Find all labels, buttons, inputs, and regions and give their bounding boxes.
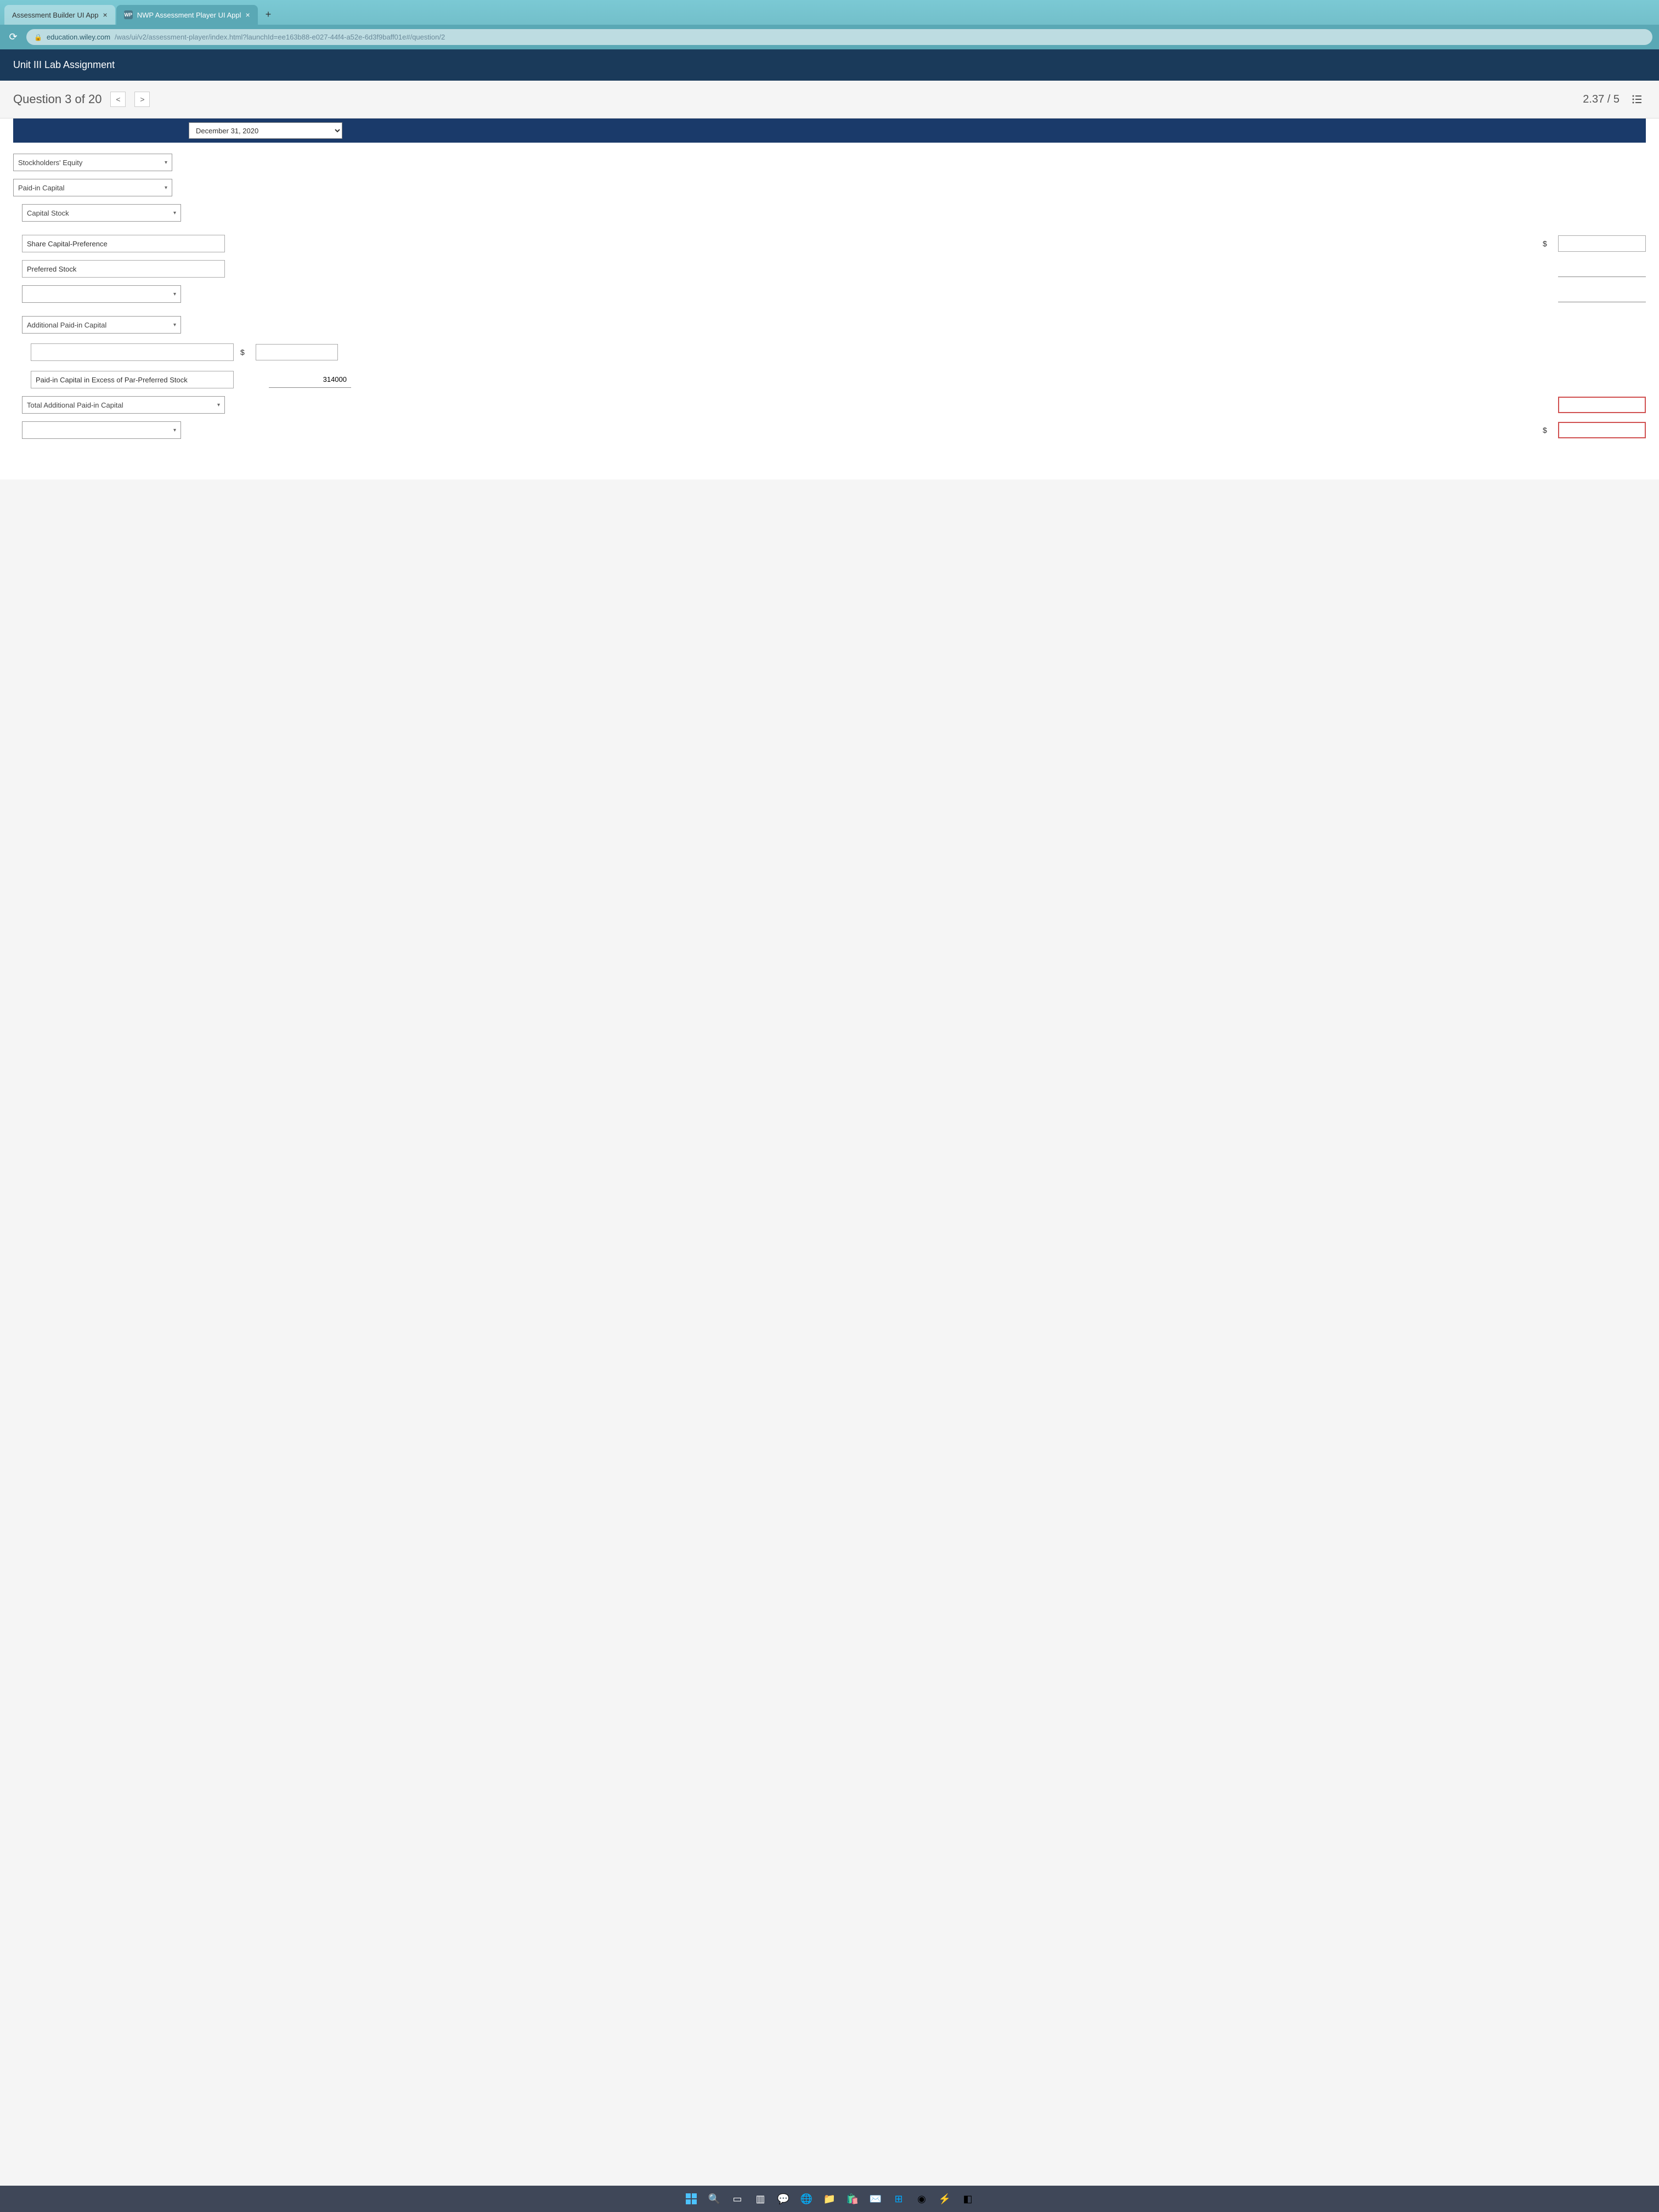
chevron-down-icon: ▾ bbox=[173, 291, 176, 297]
taskbar-app-icon[interactable]: ▥ bbox=[751, 2189, 770, 2209]
url-path: /was/ui/v2/assessment-player/index.html?… bbox=[115, 33, 445, 41]
chevron-down-icon: ▾ bbox=[217, 402, 220, 408]
dropdown-value: Paid-in Capital bbox=[18, 184, 65, 192]
chevron-down-icon: ▾ bbox=[165, 185, 167, 191]
additional-row1-label-input[interactable] bbox=[31, 343, 234, 361]
dropdown-value: Total Additional Paid-in Capital bbox=[27, 401, 123, 409]
dollar-sign: $ bbox=[240, 348, 249, 357]
chevron-down-icon: ▾ bbox=[165, 160, 167, 166]
reload-button[interactable]: ⟳ bbox=[7, 31, 20, 44]
lock-icon: 🔒 bbox=[34, 33, 42, 41]
start-button[interactable] bbox=[681, 2189, 701, 2209]
close-icon[interactable]: × bbox=[246, 10, 250, 19]
question-title: Question 3 of 20 bbox=[13, 92, 101, 106]
share-capital-preference-input[interactable] bbox=[22, 235, 225, 252]
paid-in-excess-value-input[interactable] bbox=[269, 371, 351, 388]
total-additional-select[interactable]: Total Additional Paid-in Capital ▾ bbox=[22, 396, 225, 414]
dropdown-value: Stockholders' Equity bbox=[18, 159, 82, 167]
browser-tabs: Assessment Builder UI App × WP NWP Asses… bbox=[0, 0, 1659, 25]
chevron-down-icon: ▾ bbox=[173, 427, 176, 433]
capital-stock-select[interactable]: Capital Stock ▾ bbox=[22, 204, 181, 222]
question-list-icon[interactable] bbox=[1628, 91, 1646, 108]
question-content: December 31, 2020 Stockholders' Equity ▾… bbox=[0, 119, 1659, 479]
address-bar[interactable]: 🔒 education.wiley.com/was/ui/v2/assessme… bbox=[26, 29, 1652, 45]
subtotal-value-input[interactable] bbox=[1558, 286, 1646, 302]
chrome-icon[interactable]: ◉ bbox=[912, 2189, 932, 2209]
blank-select-1[interactable]: ▾ bbox=[22, 285, 181, 303]
tab-label: NWP Assessment Player UI Appl bbox=[137, 11, 241, 19]
paid-in-capital-select[interactable]: Paid-in Capital ▾ bbox=[13, 179, 172, 196]
total-additional-value-input[interactable] bbox=[1558, 397, 1646, 413]
dropbox-icon[interactable]: ⊞ bbox=[889, 2189, 909, 2209]
additional-row1-value-input[interactable] bbox=[256, 344, 338, 360]
additional-paid-in-select[interactable]: Additional Paid-in Capital ▾ bbox=[22, 316, 181, 334]
dropdown-value: Additional Paid-in Capital bbox=[27, 321, 106, 329]
close-icon[interactable]: × bbox=[103, 10, 108, 19]
url-domain: education.wiley.com bbox=[47, 33, 110, 41]
chat-icon[interactable]: 💬 bbox=[774, 2189, 793, 2209]
mail-icon[interactable]: ✉️ bbox=[866, 2189, 885, 2209]
prev-question-button[interactable]: < bbox=[110, 92, 126, 107]
dollar-sign: $ bbox=[1543, 239, 1551, 248]
balance-sheet-form: Stockholders' Equity ▾ Paid-in Capital ▾… bbox=[13, 143, 1646, 458]
browser-tab-1[interactable]: WP NWP Assessment Player UI Appl × bbox=[116, 5, 258, 25]
chevron-down-icon: ▾ bbox=[173, 210, 176, 216]
tab-label: Assessment Builder UI App bbox=[12, 11, 99, 19]
chevron-down-icon: ▾ bbox=[173, 322, 176, 328]
grand-total-value-input[interactable] bbox=[1558, 422, 1646, 438]
question-bar: Question 3 of 20 < > 2.37 / 5 bbox=[0, 81, 1659, 119]
preferred-stock-input[interactable] bbox=[22, 260, 225, 278]
search-icon[interactable]: 🔍 bbox=[704, 2189, 724, 2209]
store-icon[interactable]: 🛍️ bbox=[843, 2189, 862, 2209]
dropdown-value: Capital Stock bbox=[27, 209, 69, 217]
assignment-title: Unit III Lab Assignment bbox=[13, 59, 115, 70]
table-header-row: December 31, 2020 bbox=[13, 119, 1646, 143]
preferred-stock-value-input[interactable] bbox=[1558, 261, 1646, 277]
browser-tab-0[interactable]: Assessment Builder UI App × bbox=[4, 5, 115, 25]
blank-select-2[interactable]: ▾ bbox=[22, 421, 181, 439]
share-capital-value-input[interactable] bbox=[1558, 235, 1646, 252]
edge-icon[interactable]: 🌐 bbox=[797, 2189, 816, 2209]
tab-favicon: WP bbox=[124, 10, 133, 19]
date-select[interactable]: December 31, 2020 bbox=[189, 122, 342, 139]
next-question-button[interactable]: > bbox=[134, 92, 150, 107]
paid-in-excess-preferred-input[interactable] bbox=[31, 371, 234, 388]
stockholders-equity-select[interactable]: Stockholders' Equity ▾ bbox=[13, 154, 172, 171]
windows-taskbar: 🔍 ▭ ▥ 💬 🌐 📁 🛍️ ✉️ ⊞ ◉ ⚡ ◧ bbox=[0, 2186, 1659, 2212]
new-tab-button[interactable]: + bbox=[259, 4, 278, 25]
file-explorer-icon[interactable]: 📁 bbox=[820, 2189, 839, 2209]
dollar-sign: $ bbox=[1543, 426, 1551, 435]
app-header: Unit III Lab Assignment bbox=[0, 49, 1659, 81]
taskbar-app-icon[interactable]: ◧ bbox=[958, 2189, 978, 2209]
task-view-icon[interactable]: ▭ bbox=[727, 2189, 747, 2209]
browser-chrome: Assessment Builder UI App × WP NWP Asses… bbox=[0, 0, 1659, 49]
power-icon[interactable]: ⚡ bbox=[935, 2189, 955, 2209]
browser-toolbar: ⟳ 🔒 education.wiley.com/was/ui/v2/assess… bbox=[0, 25, 1659, 49]
question-score: 2.37 / 5 bbox=[1583, 93, 1620, 106]
